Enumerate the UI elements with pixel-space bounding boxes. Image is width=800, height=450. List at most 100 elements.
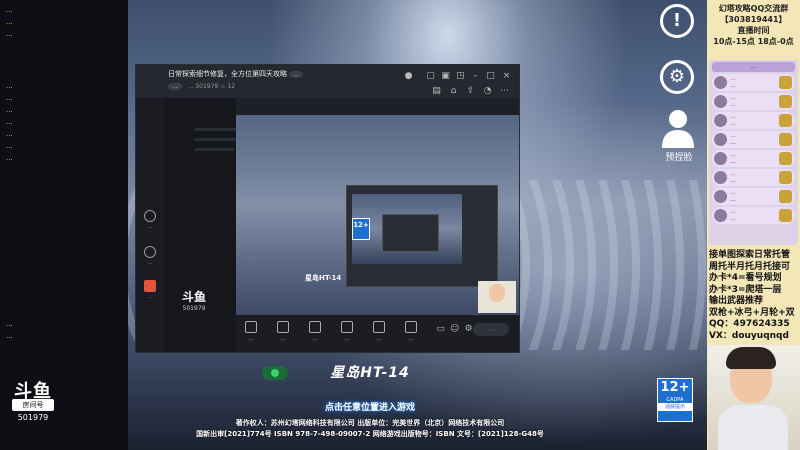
category-tag[interactable]: ...	[168, 83, 182, 90]
gift-text: ...	[730, 158, 736, 165]
avatar	[714, 133, 727, 146]
gift-icon	[779, 152, 792, 165]
gift-item: ......	[712, 169, 795, 186]
mini-webcam	[478, 281, 516, 313]
license-line: 国新出审[2021]774号 ISBN 978-7-498-09007-2 网络…	[196, 430, 544, 438]
stream-icon	[144, 280, 156, 292]
chat-line: ...	[6, 130, 13, 138]
nested-preview-window	[382, 214, 439, 252]
circle-icon	[144, 210, 156, 222]
gift-user: ...	[730, 132, 736, 139]
streaming-app-window: 日常探索细节修复，全方位第四天攻略 ... ... ... 501979 ♨ 1…	[135, 64, 520, 353]
info-line: 办卡*3=爬塔一层	[709, 284, 782, 295]
lock-icon[interactable]: ⌂	[449, 87, 458, 96]
gift-user: ...	[730, 208, 736, 215]
nav-label: ...	[147, 224, 153, 230]
gift-text: ...	[730, 177, 736, 184]
title-tag[interactable]: ...	[289, 71, 303, 78]
chat-input[interactable]: ...	[473, 323, 509, 336]
toggle-switch[interactable]	[262, 366, 288, 380]
gift-item: ......	[712, 207, 795, 224]
chat-line: ...	[6, 6, 13, 14]
toolbar-button[interactable]: ...	[396, 321, 426, 342]
screen-icon	[245, 321, 257, 333]
gift-text: ...	[730, 196, 736, 203]
toolbar-label: ...	[248, 335, 254, 342]
window-icon-3[interactable]: ◳	[456, 72, 465, 81]
toggle-knob	[271, 369, 279, 377]
gift-item: ......	[712, 188, 795, 205]
gift-icon[interactable]: ▤	[432, 87, 441, 96]
info-line: 办卡*4=看号规划	[709, 273, 782, 283]
settings-icon[interactable]: ⚙	[660, 60, 694, 94]
chat-line: ...	[6, 18, 13, 26]
gift-user: ...	[730, 151, 736, 158]
chat-line: ...	[6, 320, 13, 328]
age-rating: 12+	[660, 380, 690, 395]
chat-line: ...	[6, 332, 13, 340]
face-icon[interactable]: ☺	[450, 325, 459, 334]
game-title: 星岛HT-14	[330, 365, 410, 381]
share-icon[interactable]: ⇪	[466, 87, 475, 96]
enter-game-prompt[interactable]: 点击任意位置进入游戏	[260, 400, 480, 413]
play-icon	[341, 321, 353, 333]
info-line: 输出武器推荐	[709, 296, 764, 306]
close-icon[interactable]: ×	[502, 72, 511, 81]
nav-item-active[interactable]: ...	[138, 280, 162, 300]
toolbar-button[interactable]: ...	[332, 321, 362, 342]
minimize-icon[interactable]: –	[471, 72, 480, 81]
nav-label: ...	[147, 260, 153, 266]
streamer-webcam	[708, 345, 800, 450]
app-header: 日常探索细节修复，全方位第四天攻略 ... ... ... 501979 ♨ 1…	[136, 65, 519, 98]
toolbar-button[interactable]: ...	[268, 321, 298, 342]
avatar	[714, 95, 727, 108]
more-icon[interactable]: ⋯	[500, 87, 509, 96]
webcam-hair	[726, 347, 776, 369]
mini-logo: 斗鱼 501979	[174, 288, 214, 328]
gift-text: ...	[730, 82, 736, 89]
nav-item[interactable]: ...	[138, 246, 162, 266]
avatar	[714, 209, 727, 222]
nav-item[interactable]: ...	[138, 210, 162, 230]
logo-mark: 斗鱼	[14, 381, 52, 402]
chat-line: ...	[6, 154, 13, 162]
toolbar-button[interactable]: ...	[364, 321, 394, 342]
gift-user: ...	[730, 189, 736, 196]
gift-text: ...	[730, 101, 736, 108]
toolbar-button[interactable]: ...	[236, 321, 266, 342]
gift-list-header: ...	[712, 62, 795, 72]
group-number: 【303819441】	[720, 15, 787, 24]
camera-icon	[277, 321, 289, 333]
person-icon[interactable]	[660, 108, 696, 148]
toolbar-label: ...	[376, 335, 382, 342]
gift-list: ... ...... ...... ...... ...... ...... .…	[709, 60, 798, 245]
sub-text: ...	[187, 83, 194, 90]
app-title-text: 日常探索细节修复，全方位第四天攻略	[168, 70, 287, 78]
gift-icon	[779, 95, 792, 108]
avatar	[714, 152, 727, 165]
window-icon-2[interactable]: ▣	[441, 72, 450, 81]
gift-icon	[779, 190, 792, 203]
window-icon-1[interactable]: ▢	[426, 72, 435, 81]
toolbar-label: ...	[312, 335, 318, 342]
preview-stage[interactable]	[236, 115, 519, 315]
gift-item: ......	[712, 150, 795, 167]
mini-room-id: 501979	[182, 305, 206, 312]
douyu-logo: 斗鱼 房间号 501979	[8, 381, 58, 438]
info-line: 周托半月托月托接可	[709, 261, 791, 272]
mini-logo-mark: 斗鱼	[181, 290, 206, 304]
avatar-icon[interactable]: ●	[404, 72, 413, 81]
speaker-icon	[405, 321, 417, 333]
gift-item: ......	[712, 74, 795, 91]
age-tip: 适龄提示	[658, 403, 692, 411]
toolbar-button[interactable]: ...	[300, 321, 330, 342]
link-icon	[144, 246, 156, 258]
settings-icon[interactable]: ⚙	[464, 325, 473, 334]
gift-user: ...	[730, 94, 736, 101]
group-name: 幻塔攻略QQ交流群	[718, 4, 789, 13]
bell-icon[interactable]: ◔	[483, 87, 492, 96]
info-icon[interactable]: !	[660, 4, 694, 38]
maximize-icon[interactable]: □	[486, 72, 495, 81]
app-title: 日常探索细节修复，全方位第四天攻略 ...	[168, 69, 307, 79]
record-icon[interactable]: ▭	[436, 325, 445, 334]
